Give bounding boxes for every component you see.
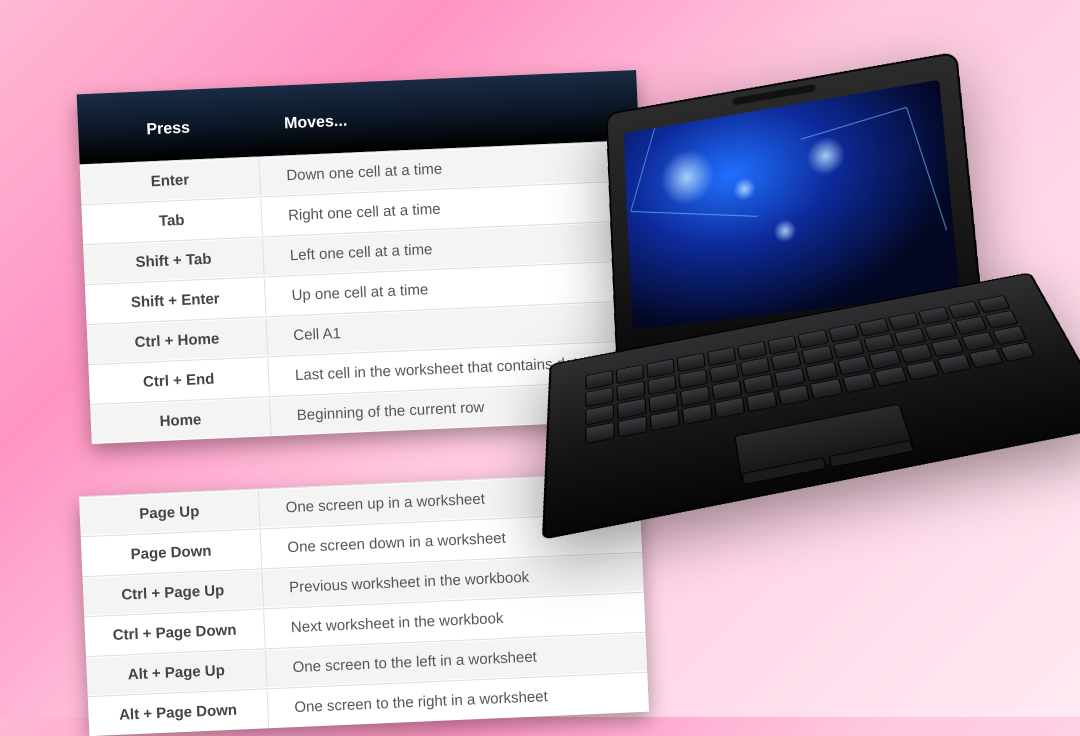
keyboard-key bbox=[874, 366, 908, 387]
keyboard-key bbox=[937, 354, 972, 375]
keyboard-key bbox=[842, 372, 875, 393]
shortcut-key: Ctrl + End bbox=[88, 358, 269, 403]
shortcut-key: Alt + Page Up bbox=[86, 650, 267, 695]
keyboard-key bbox=[1000, 342, 1036, 362]
keyboard-key bbox=[650, 409, 681, 431]
keyboard-key bbox=[618, 416, 648, 438]
shortcut-key: Home bbox=[90, 398, 271, 443]
laptop-screen bbox=[624, 80, 960, 330]
keyboard-key bbox=[778, 385, 810, 406]
keyboard-key bbox=[682, 403, 713, 425]
shortcut-key: Page Down bbox=[81, 530, 262, 575]
shortcut-key: Shift + Tab bbox=[83, 238, 264, 283]
keyboard-key bbox=[746, 391, 778, 412]
keyboard-key bbox=[810, 378, 843, 399]
laptop-illustration: E49 bbox=[522, 53, 1057, 607]
keyboard-key bbox=[714, 397, 746, 419]
shortcut-key: Alt + Page Down bbox=[88, 690, 269, 735]
shortcut-key: Shift + Enter bbox=[85, 278, 266, 323]
shortcut-key: Ctrl + Page Down bbox=[84, 610, 265, 655]
shortcut-key: Ctrl + Page Up bbox=[83, 570, 264, 615]
shortcut-key: Ctrl + Home bbox=[87, 318, 268, 363]
header-press: Press bbox=[78, 116, 259, 142]
shortcut-key: Tab bbox=[82, 198, 263, 243]
keyboard-key bbox=[585, 422, 615, 444]
keyboard-key bbox=[968, 348, 1003, 368]
shortcut-key: Enter bbox=[80, 158, 261, 203]
shortcut-key: Page Up bbox=[79, 490, 260, 535]
keyboard-key bbox=[905, 360, 939, 381]
